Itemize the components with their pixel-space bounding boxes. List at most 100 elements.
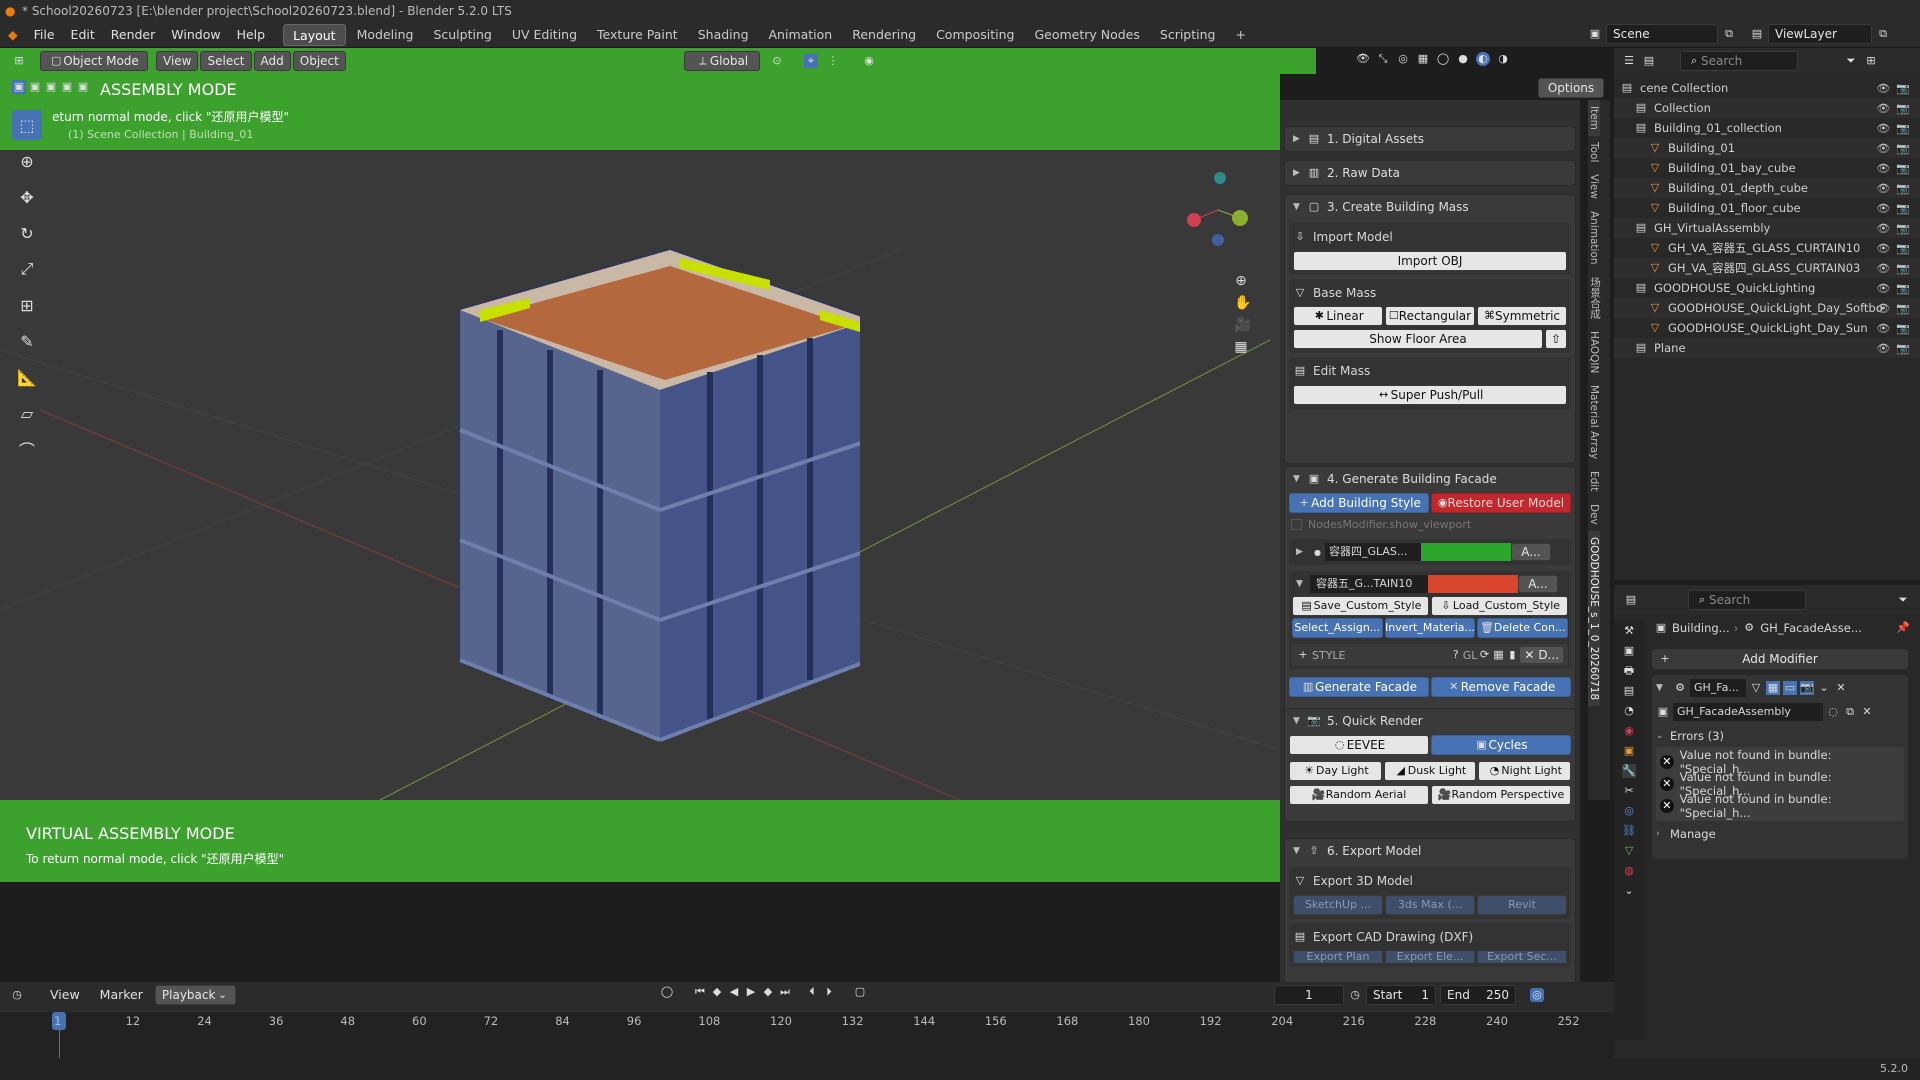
prev-keyframe-icon[interactable]: ⏴ [805,985,819,999]
outliner-row[interactable]: ▤ GOODHOUSE_QuickLighting 👁 📷 [1614,278,1920,298]
tab-rendering[interactable]: Rendering [843,24,925,46]
move-tool-icon[interactable]: ✥ [12,182,42,212]
render-display-icon[interactable]: 📷 [1800,681,1814,695]
eye-icon[interactable]: 👁 [1876,202,1890,215]
bookmark-icon[interactable]: ▮ [1505,648,1519,662]
generate-facade-button[interactable]: ▥ Generate Facade [1289,677,1429,697]
add-cube-tool-icon[interactable]: ▱ [12,398,42,428]
cursor-tool-icon[interactable]: ⊕ [12,146,42,176]
next-keyframe-icon[interactable]: ⏵ [822,985,836,999]
wireframe-shading-icon[interactable]: ◯ [1436,52,1450,66]
outliner-row[interactable]: ▽ Building_01_floor_cube 👁 📷 [1614,198,1920,218]
style-item-1-color[interactable] [1420,543,1511,561]
view-layer-tab-icon[interactable]: ▤ [1622,684,1636,698]
jump-key-fwd-icon[interactable]: ◆ [761,985,775,999]
visibility-icon[interactable]: 👁 [1356,52,1370,66]
export-3dsmax-button[interactable]: 3ds Max (... [1385,895,1475,915]
camera-icon[interactable]: 📷 [1896,262,1910,275]
outliner-row[interactable]: ▽ Building_01_bay_cube 👁 📷 [1614,158,1920,178]
eevee-button[interactable]: ◌ EEVEE [1289,735,1429,755]
eye-icon[interactable]: 👁 [1876,342,1890,355]
play-reverse-icon[interactable]: ◀ [727,985,741,999]
remove-facade-button[interactable]: ✕ Remove Facade [1431,677,1571,697]
menu-window[interactable]: Window [163,24,228,46]
solid-shading-icon[interactable]: ● [1456,52,1470,66]
options-button[interactable]: Options [1538,78,1604,98]
section-raw-data[interactable]: ▶ ▥ 2. Raw Data [1284,160,1576,186]
rendered-shading-icon[interactable]: ◑ [1496,52,1510,66]
select-assign-button[interactable]: Select_Assign... [1292,618,1383,638]
properties-search-input[interactable]: ⌕ Search [1688,590,1806,610]
end-frame-field[interactable]: End 250 [1440,985,1516,1005]
symmetric-button[interactable]: ⌘ Symmetric [1477,306,1567,326]
modifier-tab-icon[interactable]: 🔧 [1622,764,1636,778]
building-model[interactable] [440,240,860,760]
timeline-editor-icon[interactable]: ◷ [10,988,24,1002]
viewport-menu-add[interactable]: Add [253,51,291,71]
outliner-row[interactable]: ▽ Building_01 👁 📷 [1614,138,1920,158]
snap-icon[interactable]: ⌖ [804,54,818,68]
random-aerial-button[interactable]: 🎥 Random Aerial [1289,785,1429,805]
render-tab-icon[interactable]: ▣ [1622,644,1636,658]
blender-menu-icon[interactable]: ◆ [0,24,26,46]
node-icon[interactable]: ▦ [1491,648,1505,662]
tab-sculpting[interactable]: Sculpting [424,24,500,46]
timeline-menu-marker[interactable]: Marker [92,984,151,1006]
properties-editor-icon[interactable]: ▤ [1624,593,1638,607]
scene-selector[interactable]: Scene [1606,24,1718,44]
modifier-delete-icon[interactable]: ✕ [1834,681,1848,695]
tab-item[interactable]: Item [1588,100,1600,136]
new-collection-icon[interactable]: ⊞ [1864,54,1878,68]
unlink-icon[interactable]: ✕ [1860,705,1874,719]
camera-icon[interactable]: 📷 [1896,122,1910,135]
duplicate-icon[interactable]: ⧉ [1843,705,1857,719]
save-custom-style-button[interactable]: ▤ Save_Custom_Style [1292,596,1429,616]
cage-icon[interactable]: ▦ [1766,681,1780,695]
section-generate-facade-header[interactable]: ▼ ▣ 4. Generate Building Facade [1285,467,1575,491]
linear-button[interactable]: ✱ Linear [1293,306,1383,326]
tab-goodhouse[interactable]: GOODHOUSE_s_1_0_20260718 [1588,530,1600,706]
eye-icon[interactable]: 👁 [1876,82,1890,95]
tab-compositing[interactable]: Compositing [927,24,1023,46]
overlay-icon[interactable]: ◎ [1396,52,1410,66]
select-invert-icon[interactable]: ▣ [60,80,74,94]
node-tree-icon[interactable]: ▣ [1656,705,1670,719]
clock-icon[interactable]: ◷ [1348,988,1362,1002]
data-tab-icon[interactable]: ▽ [1622,844,1636,858]
eye-icon[interactable]: 👁 [1876,222,1890,235]
annotate-tool-icon[interactable]: ✎ [12,326,42,356]
measure-tool-icon[interactable]: 📐 [12,362,42,392]
delete-con-button[interactable]: 🗑 Delete Con... [1477,618,1569,638]
show-floor-area-button[interactable]: Show Floor Area [1293,329,1543,349]
eye-icon[interactable]: 👁 [1876,322,1890,335]
menu-file[interactable]: File [26,24,63,46]
eye-icon[interactable]: 👁 [1876,122,1890,135]
outliner-row[interactable]: ▽ GOODHOUSE_QuickLight_Day_Sun 👁 📷 [1614,318,1920,338]
add-building-style-button[interactable]: + Add Building Style [1289,493,1429,513]
material-shading-icon[interactable]: ◐ [1476,52,1490,66]
outliner-editor-icon[interactable]: ☰ [1622,54,1636,68]
modifier-dropdown-icon[interactable]: ⌄ [1817,681,1831,695]
outliner-search-input[interactable]: ⌕ Search [1680,51,1798,71]
edit-mode-icon[interactable]: ▽ [1749,681,1763,695]
refresh-icon[interactable]: ⟳ [1477,648,1491,662]
camera-icon[interactable]: 📷 [1896,102,1910,115]
viewport-menu-select[interactable]: Select [200,51,252,71]
viewport-grid-area[interactable]: ⊕ ✋ 🎥 ▦ [0,150,1280,800]
menu-render[interactable]: Render [103,24,164,46]
help-icon[interactable]: ? [1449,648,1463,662]
camera-icon[interactable]: 📷 [1896,242,1910,255]
viewport-menu-object[interactable]: Object [292,51,346,71]
gizmo-icon[interactable]: ⤡ [1376,52,1390,66]
pivot-icon[interactable]: ⊙ [770,54,784,68]
tab-layout[interactable]: Layout [283,23,346,46]
camera-icon[interactable]: 📷 [1896,82,1910,95]
errors-header[interactable]: Errors (3) [1670,729,1724,743]
eye-icon[interactable]: 👁 [1876,242,1890,255]
add-workspace-icon[interactable]: + [1226,24,1254,46]
style-item-1-action[interactable]: A... [1510,543,1551,561]
eye-icon[interactable]: 👁 [1876,162,1890,175]
camera-icon[interactable]: 📷 [1896,342,1910,355]
timeline-frame-ruler[interactable]: 1 12 24 36 48 60 72 84 96 108 120 132 144 156 168 180 19… [0,1012,1614,1058]
section-quick-render-header[interactable]: ▼ 📷 5. Quick Render [1285,709,1575,733]
